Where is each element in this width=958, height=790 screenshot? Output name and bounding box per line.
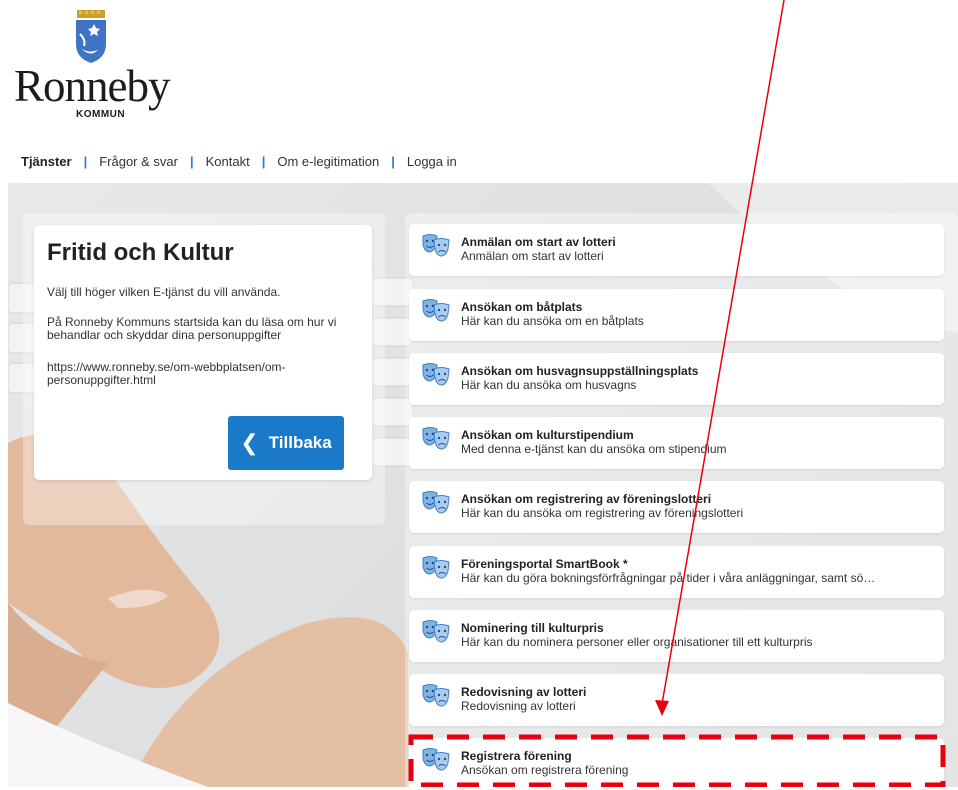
site-logo[interactable]: Ronneby KOMMUN: [14, 8, 174, 120]
chevron-left-icon: ❮: [240, 430, 259, 455]
service-title: Redovisning av lotteri: [461, 685, 587, 699]
service-description: Redovisning av lotteri: [461, 699, 576, 713]
back-button[interactable]: ❮ Tillbaka: [228, 416, 344, 470]
theater-masks-icon: [422, 299, 450, 322]
info-privacy-text: På Ronneby Kommuns startsida kan du läsa…: [47, 315, 337, 342]
service-title: Föreningsportal SmartBook *: [461, 557, 628, 571]
service-item[interactable]: Ansökan om registrering av föreningslott…: [409, 481, 944, 533]
nav-separator: |: [83, 153, 88, 169]
service-title: Nominering till kulturpris: [461, 621, 604, 635]
nav-om-e-legitimation[interactable]: Om e-legitimation: [277, 154, 379, 169]
main-nav: Tjänster | Frågor & svar | Kontakt | Om …: [21, 152, 457, 170]
service-item[interactable]: Registrera förening Ansökan om registrera…: [409, 738, 944, 790]
logo-subtitle: KOMMUN: [76, 109, 126, 120]
theater-masks-icon: [422, 620, 450, 643]
nav-separator: |: [261, 153, 266, 169]
nav-tjanster[interactable]: Tjänster: [21, 154, 72, 169]
service-title: Ansökan om husvagnsuppställningsplats: [461, 364, 699, 378]
service-description: Med denna e-tjänst kan du ansöka om stip…: [461, 442, 727, 456]
service-description: Anmälan om start av lotteri: [461, 249, 604, 263]
theater-masks-icon: [422, 234, 450, 257]
nav-logga-in[interactable]: Logga in: [407, 154, 457, 169]
service-title: Registrera förening: [461, 749, 572, 763]
service-title: Ansökan om kulturstipendium: [461, 428, 634, 442]
service-item[interactable]: Ansökan om husvagnsuppställningsplats Här…: [409, 353, 944, 405]
info-privacy-link[interactable]: https://www.ronneby.se/om-webbplatsen/om…: [47, 361, 362, 387]
service-item[interactable]: Ansökan om båtplats Här kan du ansöka om …: [409, 289, 944, 341]
service-description: Här kan du göra bokningsförfrågningar på…: [461, 571, 876, 585]
service-item[interactable]: Ansökan om kulturstipendium Med denna e-t…: [409, 417, 944, 469]
logo-wordmark: Ronneby: [14, 61, 170, 111]
service-description: Här kan du ansöka om registrering av för…: [461, 506, 744, 520]
service-title: Ansökan om båtplats: [461, 300, 583, 314]
service-title: Ansökan om registrering av föreningslott…: [461, 492, 712, 506]
service-description: Här kan du nominera personer eller organ…: [461, 635, 813, 649]
info-instruction: Välj till höger vilken E-tjänst du vill …: [47, 285, 281, 299]
theater-masks-icon: [422, 363, 450, 386]
back-button-label: Tillbaka: [268, 433, 332, 452]
nav-separator: |: [391, 153, 395, 169]
nav-fragor-svar[interactable]: Frågor & svar: [99, 154, 178, 169]
theater-masks-icon: [422, 684, 450, 707]
theater-masks-icon: [422, 491, 450, 514]
theater-masks-icon: [422, 427, 450, 450]
coat-of-arms-icon: [76, 10, 106, 63]
service-item[interactable]: Nominering till kulturpris Här kan du nom…: [409, 610, 944, 662]
service-description: Här kan du ansöka om en båtplats: [461, 314, 644, 328]
nav-separator: |: [189, 153, 194, 169]
service-item[interactable]: Redovisning av lotteri Redovisning av lot…: [409, 674, 944, 726]
service-description: Ansökan om registrera förening: [461, 763, 629, 777]
service-item[interactable]: Anmälan om start av lotteri Anmälan om st…: [409, 224, 944, 276]
service-description: Här kan du ansöka om husvagns: [461, 378, 637, 392]
info-card: Fritid och Kultur Välj till höger vilken…: [34, 225, 372, 480]
theater-masks-icon: [422, 556, 450, 579]
theater-masks-icon: [422, 748, 450, 771]
nav-kontakt[interactable]: Kontakt: [206, 154, 250, 169]
page-title: Fritid och Kultur: [47, 239, 234, 266]
service-item[interactable]: Föreningsportal SmartBook * Här kan du gö…: [409, 546, 944, 598]
service-title: Anmälan om start av lotteri: [461, 235, 616, 249]
